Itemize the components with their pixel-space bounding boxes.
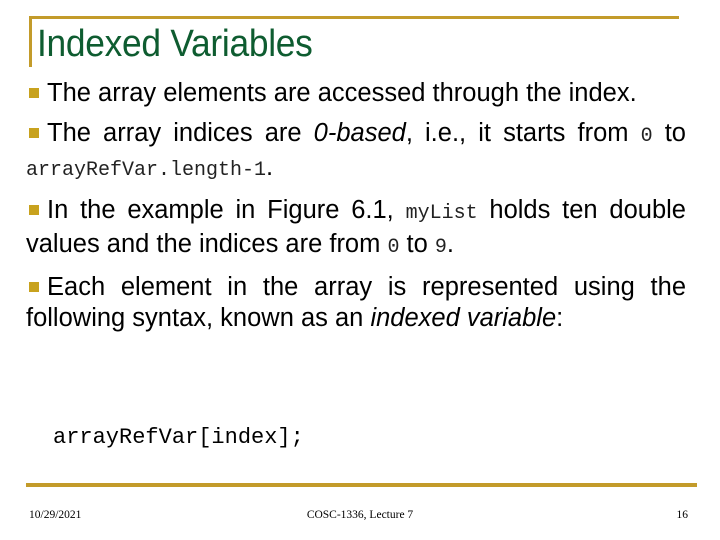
bullet-4-pre: Each element in the array is represented… xyxy=(26,273,686,332)
bullet-square-icon xyxy=(29,88,39,98)
slide-title: Indexed Variables xyxy=(37,23,313,65)
bullet-2-pre: The array indices are xyxy=(47,119,314,147)
bullet-4-emphasis: indexed variable xyxy=(370,304,557,332)
footer-page-number: 16 xyxy=(676,509,689,521)
bullet-2-emphasis: 0-based xyxy=(313,119,406,147)
bullet-3-to: to xyxy=(399,230,435,258)
bullet-3-code-zero: 0 xyxy=(387,236,400,259)
bullet-2-to: to xyxy=(652,119,686,147)
title-rule-top xyxy=(29,16,679,19)
bullet-2-mid: , i.e., it starts from xyxy=(405,119,641,147)
bullet-2-code-length: arrayRefVar.length-1 xyxy=(26,159,267,182)
bullet-square-icon xyxy=(29,128,39,138)
code-example: arrayRefVar[index]; xyxy=(53,425,304,450)
bullet-4-end: : xyxy=(556,304,564,332)
bullet-3-code-mylist: myList xyxy=(405,202,478,225)
bullet-3-pre: In the example in Figure 6.1, xyxy=(47,196,406,224)
bullet-square-icon xyxy=(29,282,39,292)
bullet-square-icon xyxy=(29,205,39,215)
footer-rule xyxy=(26,483,697,487)
footer-course: COSC-1336, Lecture 7 xyxy=(306,509,414,521)
bullet-2-code-zero: 0 xyxy=(640,125,653,148)
bullet-2: The array indices are 0-based, i.e., it … xyxy=(26,118,686,186)
bullet-3: In the example in Figure 6.1, myList hol… xyxy=(26,195,686,263)
title-rule-left xyxy=(29,16,32,67)
slide-body: The array elements are accessed through … xyxy=(26,78,686,343)
bullet-2-end: . xyxy=(266,153,274,181)
bullet-1: The array elements are accessed through … xyxy=(26,78,686,109)
bullet-4: Each element in the array is represented… xyxy=(26,272,686,334)
bullet-3-code-nine: 9 xyxy=(434,236,447,259)
bullet-1-text: The array elements are accessed through … xyxy=(47,79,637,107)
bullet-3-end: . xyxy=(446,230,455,258)
